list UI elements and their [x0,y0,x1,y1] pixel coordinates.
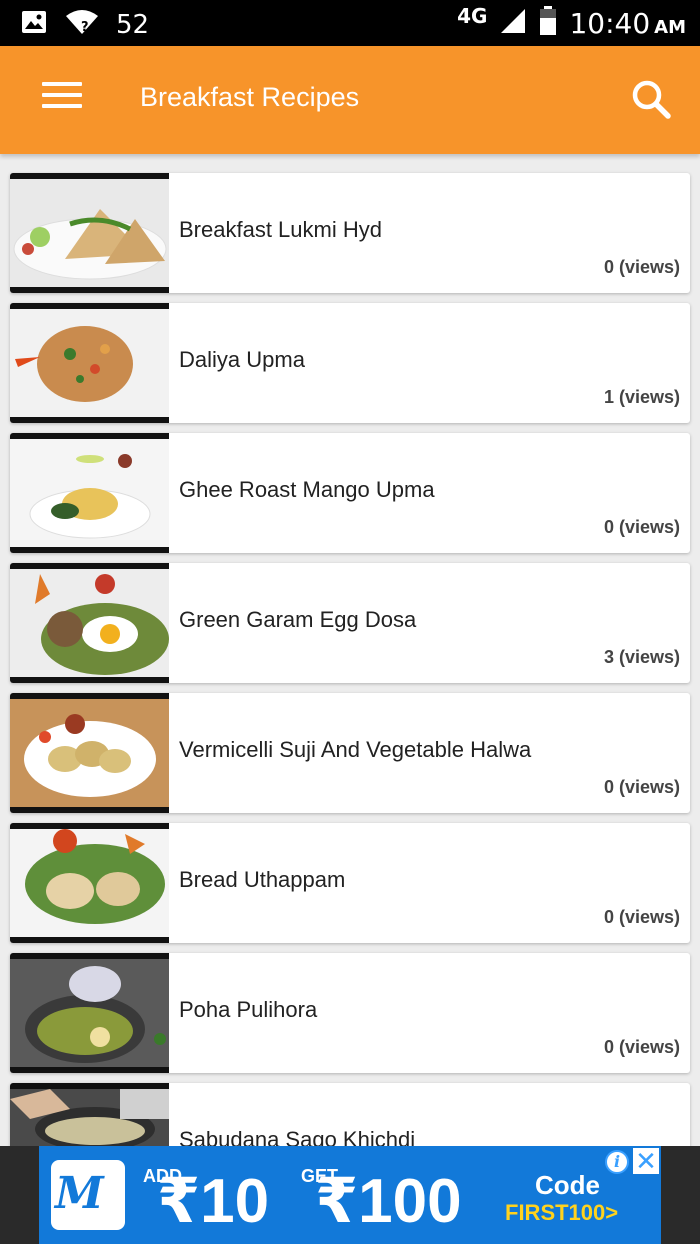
close-icon[interactable]: ✕ [633,1148,659,1174]
ad-area: M ADD ₹10 GET ₹100 Code FIRST100> i ✕ [0,1146,700,1244]
recipe-thumbnail [10,823,169,943]
recipe-card[interactable]: Green Garam Egg Dosa 3 (views) [10,563,690,683]
info-icon[interactable]: i [605,1150,629,1174]
clock-time: 10:40 [569,7,651,40]
page-title: Breakfast Recipes [140,82,360,112]
ad-banner[interactable]: M ADD ₹10 GET ₹100 Code FIRST100> i ✕ [39,1146,661,1244]
status-bar: ? 52 4G 10:40 AM [0,0,700,46]
ad-promo-code: FIRST100> [505,1200,619,1225]
recipe-title: Breakfast Lukmi Hyd [179,217,382,242]
recipe-card[interactable]: Poha Pulihora 0 (views) [10,953,690,1073]
recipe-thumbnail [10,563,169,683]
svg-text:?: ? [81,20,89,35]
search-icon[interactable] [630,78,674,122]
battery-icon [539,6,557,41]
recipe-card[interactable]: Vermicelli Suji And Vegetable Halwa 0 (v… [10,693,690,813]
recipe-title: Bread Uthappam [179,867,346,892]
recipe-thumbnail [10,953,169,1073]
recipe-views: 0 (views) [603,257,680,277]
wifi-unknown-icon: ? [64,8,100,41]
clock-ampm: AM [654,17,686,38]
recipe-title: Poha Pulihora [179,997,318,1022]
ad-logo-letter: M [55,1168,104,1219]
recipe-views: 3 (views) [603,647,680,667]
recipe-views: 0 (views) [603,517,680,537]
ad-logo: M [51,1160,125,1230]
recipe-card[interactable]: Sabudana Sago Khichdi [10,1083,690,1146]
recipe-thumbnail [10,303,169,423]
recipe-card[interactable]: Daliya Upma 1 (views) [10,303,690,423]
recipe-thumbnail [10,433,169,553]
clock: 10:40 AM [569,7,686,40]
recipe-thumbnail [10,693,169,813]
recipe-thumbnail [10,1083,169,1146]
cell-signal-icon [499,7,527,40]
recipe-title: Ghee Roast Mango Upma [179,477,435,502]
recipe-title: Vermicelli Suji And Vegetable Halwa [179,737,532,762]
ad-get-amount: ₹100 [315,1167,462,1236]
recipe-views: 0 (views) [603,777,680,797]
recipe-title: Daliya Upma [179,347,305,372]
ad-add-amount: ₹10 [157,1167,270,1236]
hamburger-menu-icon[interactable] [42,82,82,118]
recipe-views: 0 (views) [603,1037,680,1057]
recipe-views: 0 (views) [603,907,680,927]
app-bar: Breakfast Recipes [0,46,700,154]
recipe-list: Breakfast Lukmi Hyd 0 (views) Daliya Upm… [0,156,700,1146]
network-type: 4G [457,3,488,28]
ad-code-label: Code [535,1170,600,1200]
recipe-views: 1 (views) [603,387,680,407]
image-notification-icon [20,9,48,40]
signal-number: 52 [116,9,150,40]
recipe-thumbnail [10,173,169,293]
recipe-card[interactable]: Bread Uthappam 0 (views) [10,823,690,943]
recipe-title: Sabudana Sago Khichdi [179,1127,416,1146]
recipe-card[interactable]: Ghee Roast Mango Upma 0 (views) [10,433,690,553]
recipe-card[interactable]: Breakfast Lukmi Hyd 0 (views) [10,173,690,293]
recipe-title: Green Garam Egg Dosa [179,607,417,632]
